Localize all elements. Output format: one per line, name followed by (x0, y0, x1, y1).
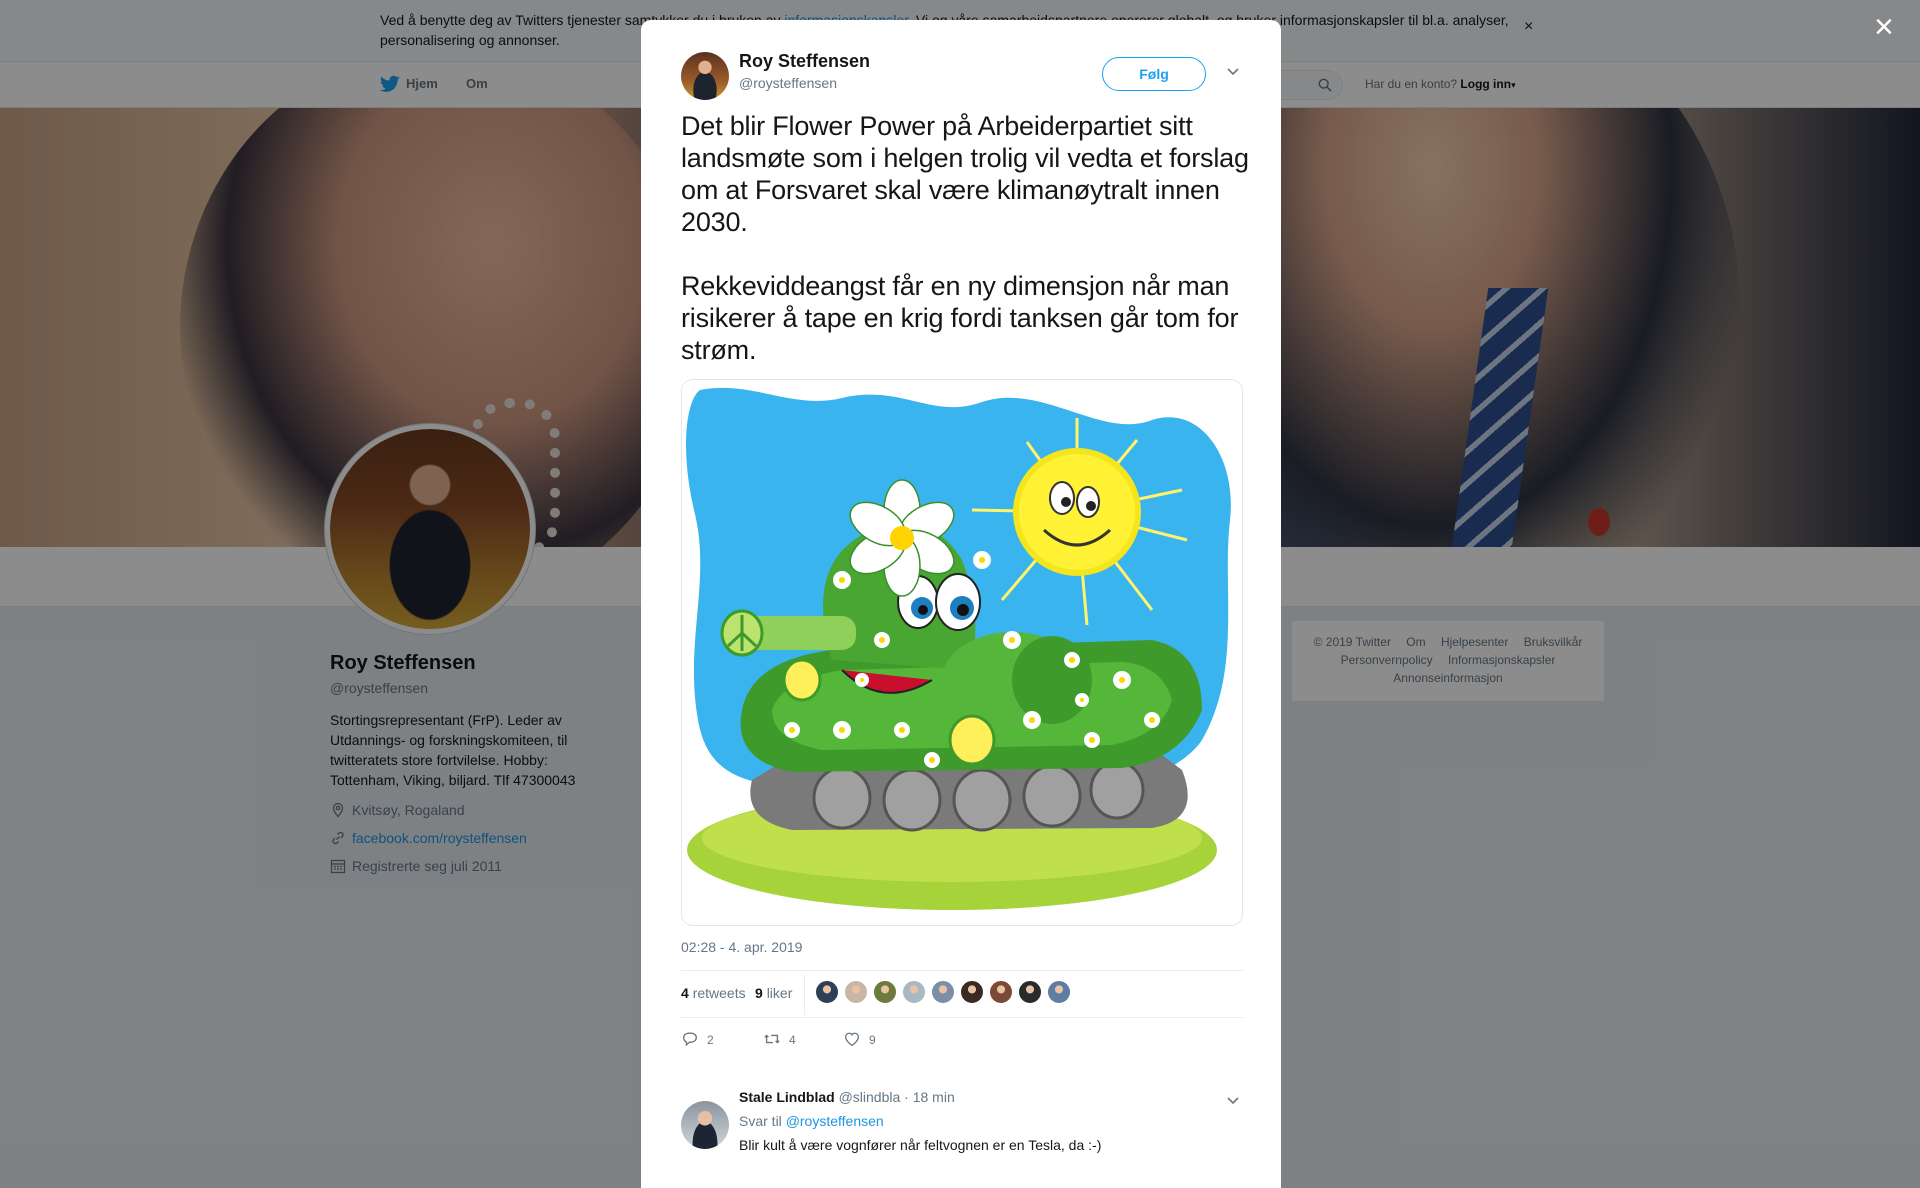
liker-avatar[interactable] (989, 980, 1013, 1004)
reply-time[interactable]: · 18 min (904, 1089, 955, 1105)
retweets-count: 4 (681, 985, 689, 1001)
liker-avatar[interactable] (960, 980, 984, 1004)
reply-text: Blir kult å være vognfører når feltvogne… (739, 1137, 1102, 1153)
retweets-label: retweets (692, 985, 746, 1001)
reply-header: Stale Lindblad @slindbla · 18 min (739, 1089, 955, 1105)
reply-to: Svar til @roysteffensen (739, 1113, 884, 1129)
reply-to-link[interactable]: @roysteffensen (786, 1113, 884, 1129)
follow-button[interactable]: Følg (1102, 57, 1206, 91)
tweet-media-image[interactable] (681, 379, 1243, 926)
like-action[interactable]: 9 (843, 1030, 876, 1048)
tweet-timestamp[interactable]: 02:28 - 4. apr. 2019 (681, 939, 802, 955)
like-count: 9 (869, 1033, 876, 1047)
chevron-down-icon[interactable] (1226, 64, 1240, 78)
liker-avatar[interactable] (1047, 980, 1071, 1004)
likes-label: liker (766, 985, 793, 1001)
liker-avatar[interactable] (931, 980, 955, 1004)
tweet-text: Det blir Flower Power på Arbeiderpartiet… (681, 110, 1251, 398)
stats-divider (804, 975, 805, 1015)
tweet-actions: 2 4 9 (681, 1030, 1243, 1054)
liker-avatar[interactable] (844, 980, 868, 1004)
author-handle[interactable]: @roysteffensen (739, 75, 837, 91)
tweet-modal: Roy Steffensen @roysteffensen Følg Det b… (641, 20, 1281, 1188)
reply-count: 2 (707, 1033, 714, 1047)
reply-icon (683, 1032, 697, 1047)
reply-author-name[interactable]: Stale Lindblad (739, 1089, 835, 1105)
tweet-paragraph-1: Det blir Flower Power på Arbeiderpartiet… (681, 111, 1249, 237)
retweet-icon (764, 1034, 780, 1044)
retweet-action[interactable]: 4 (763, 1030, 796, 1048)
liker-avatar[interactable] (873, 980, 897, 1004)
chevron-down-icon[interactable] (1226, 1093, 1240, 1107)
liker-avatar[interactable] (1018, 980, 1042, 1004)
author-name[interactable]: Roy Steffensen (739, 51, 870, 72)
retweets-stat[interactable]: 4 retweets (681, 985, 746, 1001)
retweet-count: 4 (789, 1033, 796, 1047)
liker-avatar[interactable] (902, 980, 926, 1004)
flower-tank-illustration (682, 380, 1242, 925)
author-avatar[interactable] (681, 52, 729, 100)
reply-to-label: Svar til (739, 1113, 782, 1129)
likes-stat[interactable]: 9 liker (755, 985, 792, 1001)
close-icon[interactable]: × (1874, 10, 1894, 44)
heart-icon (845, 1032, 859, 1047)
reply-author-avatar[interactable] (681, 1101, 729, 1149)
reply-action[interactable]: 2 (681, 1030, 714, 1048)
liker-avatar[interactable] (815, 980, 839, 1004)
likes-count: 9 (755, 985, 763, 1001)
tweet-stats: 4 retweets 9 liker (681, 970, 1243, 1018)
tweet-paragraph-2: Rekkeviddeangst får en ny dimensjon når … (681, 271, 1239, 365)
reply-author-handle[interactable]: @slindbla (839, 1089, 901, 1105)
